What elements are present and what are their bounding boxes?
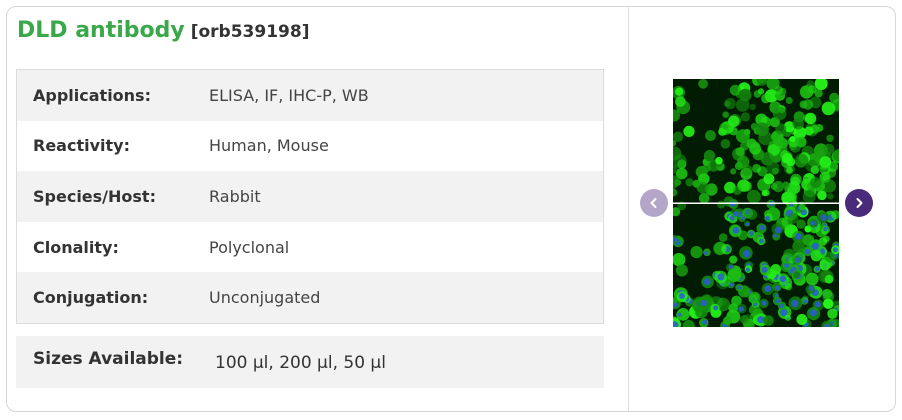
spec-value: ELISA, IF, IHC-P, WB (209, 85, 369, 105)
spec-row-applications: Applications: ELISA, IF, IHC-P, WB (17, 70, 603, 121)
spec-value: Human, Mouse (209, 136, 329, 156)
sizes-value: 100 µl, 200 µl, 50 µl (215, 353, 386, 373)
spec-label: Clonality: (33, 237, 119, 257)
spec-row-reactivity: Reactivity: Human, Mouse (17, 121, 603, 172)
carousel-next-button[interactable] (845, 189, 873, 217)
chevron-right-icon (856, 198, 863, 208)
spec-value: Polyclonal (209, 237, 290, 257)
spec-row-conjugation: Conjugation: Unconjugated (17, 272, 603, 323)
spec-table: Applications: ELISA, IF, IHC-P, WB React… (16, 69, 604, 324)
product-title[interactable]: DLD antibody (17, 18, 185, 43)
product-title-row: DLD antibody [orb539198] (17, 18, 309, 52)
sizes-available: Sizes Available: 100 µl, 200 µl, 50 µl (16, 336, 604, 388)
product-image[interactable] (673, 79, 839, 327)
spec-value: Unconjugated (209, 288, 321, 308)
catalog-number: [orb539198] (190, 22, 310, 42)
spec-label: Conjugation: (33, 288, 149, 308)
spec-label: Reactivity: (33, 136, 130, 156)
sizes-label: Sizes Available: (33, 349, 184, 369)
fluorescence-micrograph (673, 79, 839, 327)
chevron-left-icon (650, 198, 657, 208)
carousel-prev-button[interactable] (640, 189, 668, 217)
panel-divider (628, 7, 629, 411)
spec-row-clonality: Clonality: Polyclonal (17, 222, 603, 273)
spec-value: Rabbit (209, 186, 261, 206)
spec-label: Species/Host: (33, 186, 156, 206)
spec-label: Applications: (33, 85, 151, 105)
spec-row-species-host: Species/Host: Rabbit (17, 171, 603, 222)
